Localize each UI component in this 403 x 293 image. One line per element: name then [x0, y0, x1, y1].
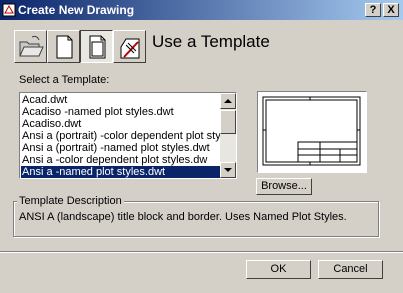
cancel-button[interactable]: Cancel [318, 260, 383, 279]
start-from-scratch-button[interactable] [47, 30, 80, 63]
close-button[interactable]: X [383, 3, 399, 17]
list-item[interactable]: Ansi a (portrait) -named plot styles.dwt [21, 142, 222, 154]
arrow-up-icon [224, 99, 232, 103]
open-folder-icon [19, 35, 44, 57]
wizard-icon [120, 38, 140, 59]
template-page-icon [89, 35, 106, 59]
template-description-legend: Template Description [17, 195, 124, 207]
template-listbox[interactable]: Acad.dwt Acadiso -named plot styles.dwt … [19, 92, 237, 179]
list-item[interactable]: Acadiso -named plot styles.dwt [21, 106, 222, 118]
open-drawing-button[interactable] [14, 30, 47, 63]
title-block-preview-image [262, 96, 361, 166]
template-preview [257, 91, 367, 173]
scroll-down-button[interactable] [220, 162, 236, 178]
list-item-selected[interactable]: Ansi a -named plot styles.dwt [21, 166, 222, 178]
list-item[interactable]: Ansi a (portrait) -color dependent plot … [21, 130, 222, 142]
list-item[interactable]: Ansi a -color dependent plot styles.dw [21, 154, 222, 166]
window-title: Create New Drawing [18, 3, 135, 17]
template-list-scrollbar[interactable] [220, 93, 236, 178]
select-template-label: Select a Template: [19, 74, 110, 86]
list-item[interactable]: Acadiso.dwt [21, 118, 222, 130]
browse-button[interactable]: Browse... [256, 178, 312, 195]
list-item[interactable]: Acad.dwt [21, 94, 222, 106]
template-description-text: ANSI A (landscape) title block and borde… [19, 211, 347, 223]
ok-button[interactable]: OK [246, 260, 311, 279]
scroll-up-button[interactable] [220, 93, 236, 109]
use-a-wizard-button[interactable] [113, 30, 146, 63]
blank-page-icon [56, 35, 73, 59]
arrow-down-icon [224, 168, 232, 172]
footer-divider [0, 251, 403, 253]
use-a-template-button[interactable] [80, 30, 113, 63]
scroll-thumb[interactable] [220, 110, 236, 134]
page-title: Use a Template [152, 32, 270, 51]
help-button[interactable]: ? [365, 3, 381, 17]
app-icon [2, 3, 16, 17]
